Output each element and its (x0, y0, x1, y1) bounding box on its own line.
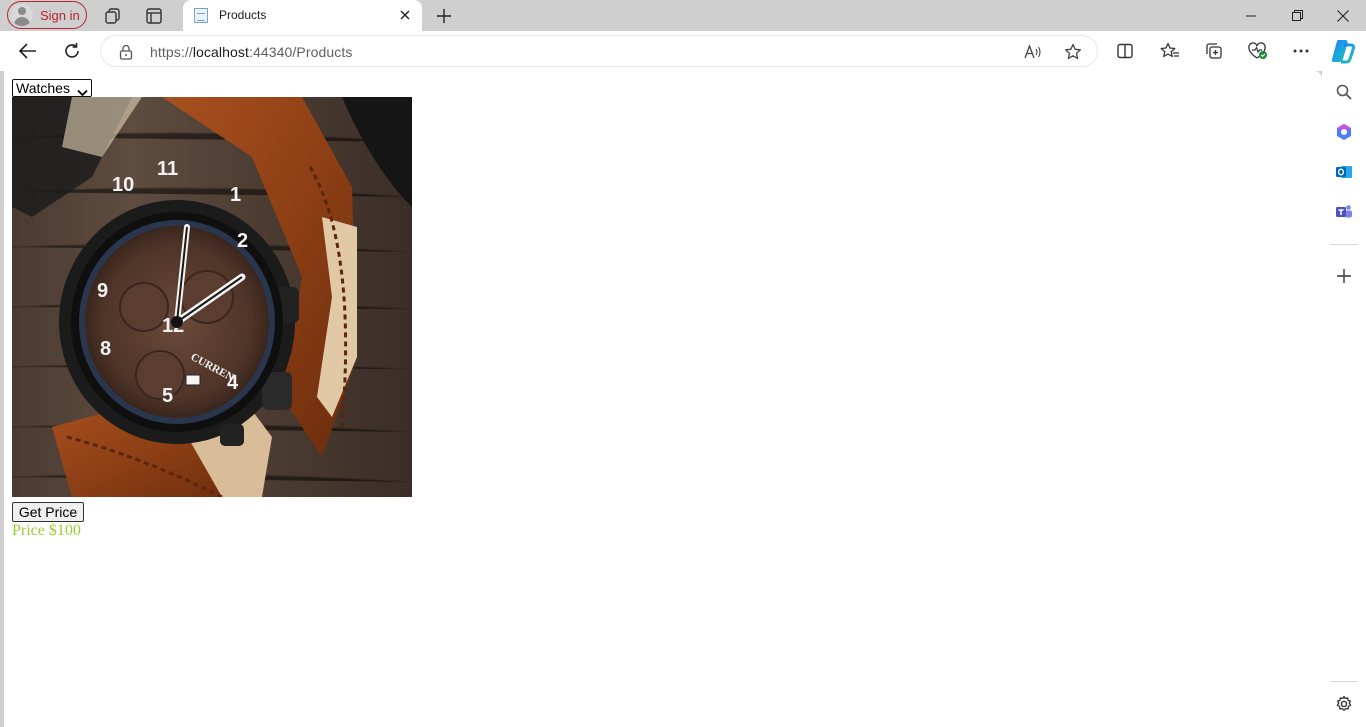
favorites-icon[interactable] (1156, 37, 1184, 65)
svg-text:5: 5 (162, 385, 173, 407)
copilot-icon[interactable] (1329, 37, 1357, 65)
product-image: 11 10 1 2 12 9 8 4 5 CURREN (11, 97, 413, 499)
teams-icon[interactable] (1330, 198, 1358, 226)
page-viewport: Watches 11 10 1 2 9 8 4 5 CURREN Get Pri… (4, 71, 1322, 727)
page-favicon (194, 8, 208, 23)
svg-text:11: 11 (157, 158, 178, 180)
split-screen-icon[interactable] (1111, 37, 1139, 65)
tab-strip: Sign in Products (0, 0, 1366, 32)
svg-text:2: 2 (237, 230, 248, 252)
plus-icon[interactable] (432, 4, 456, 28)
svg-text:8: 8 (100, 338, 111, 360)
restore-icon[interactable] (1274, 0, 1320, 31)
svg-text:9: 9 (97, 280, 108, 302)
favorite-star-icon[interactable] (1061, 40, 1085, 64)
refresh-icon[interactable] (58, 37, 86, 65)
add-icon[interactable] (1330, 262, 1358, 290)
settings-icon[interactable] (1330, 690, 1358, 718)
address-bar[interactable]: https://localhost:44340/Products (100, 35, 1098, 67)
tab-products[interactable]: Products (183, 0, 422, 32)
close-icon[interactable] (396, 6, 414, 24)
back-icon[interactable] (14, 37, 42, 65)
url-host: localhost (192, 44, 249, 60)
collections-icon[interactable] (1200, 37, 1228, 65)
svg-text:1: 1 (230, 184, 241, 206)
window-close-icon[interactable] (1320, 0, 1366, 31)
sidebar-divider (1330, 244, 1358, 245)
workspaces-icon[interactable] (101, 4, 125, 28)
sidebar-divider-bottom (1330, 681, 1358, 682)
url-prefix: https:// (150, 44, 193, 60)
category-select-value: Watches (16, 80, 70, 96)
read-aloud-icon[interactable] (1021, 40, 1045, 64)
sign-in-button[interactable]: Sign in (7, 1, 87, 29)
edge-sidebar (1322, 71, 1366, 727)
url-path: :44340/Products (248, 44, 353, 60)
more-icon[interactable] (1287, 37, 1315, 65)
tab-actions-icon[interactable] (142, 4, 166, 28)
get-price-button[interactable]: Get Price (12, 502, 84, 522)
person-icon (11, 4, 33, 26)
url-text[interactable]: https://localhost:44340/Products (150, 44, 352, 60)
get-price-label: Get Price (18, 504, 78, 520)
browser-toolbar: https://localhost:44340/Products (0, 31, 1366, 71)
minimize-icon[interactable] (1228, 0, 1274, 31)
browser-essentials-icon[interactable] (1244, 37, 1272, 65)
search-icon[interactable] (1330, 78, 1358, 106)
lock-icon[interactable] (119, 44, 133, 65)
category-select[interactable]: Watches (12, 79, 92, 97)
svg-text:10: 10 (112, 174, 134, 196)
copilot-sidebar-icon[interactable] (1330, 118, 1358, 146)
tab-title: Products (219, 8, 267, 22)
outlook-icon[interactable] (1330, 158, 1358, 186)
sign-in-label: Sign in (40, 7, 80, 23)
price-text: Price $100 (12, 522, 81, 539)
